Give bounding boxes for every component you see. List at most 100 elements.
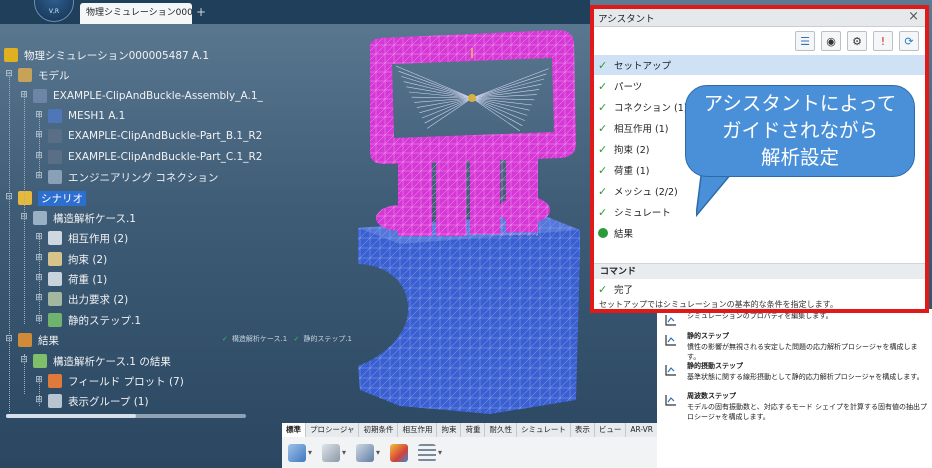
command-tab[interactable]: 標準 (282, 423, 306, 437)
command-tab[interactable]: プロシージャ (306, 423, 360, 437)
tree-node-load[interactable]: ⊞ 荷重 (1) (34, 269, 107, 289)
expand-toggle-icon[interactable]: ⊞ (34, 172, 44, 182)
part-icon (48, 129, 62, 143)
tree-node-eng[interactable]: ⊞ エンジニアリング コネクション (34, 167, 218, 187)
procedure-icon[interactable] (322, 443, 341, 462)
contact-ray (471, 73, 547, 99)
tree-node-root[interactable]: 物理シミュレーション000005487 A.1 (4, 45, 209, 65)
tree-guide-line (39, 112, 40, 172)
tree-node-mesh1[interactable]: ⊞ MESH1 A.1 (34, 106, 125, 126)
tree-node-model[interactable]: ⊟ モデル (4, 65, 70, 85)
contact-ray (471, 78, 545, 99)
field-plot-icon (48, 374, 62, 388)
output-request-icon (48, 292, 62, 306)
static-step-icon (48, 313, 62, 327)
contact-ray (471, 89, 540, 99)
assistant-step-label: 相互作用 (1) (614, 124, 669, 135)
assistant-step-label: 荷重 (1) (614, 166, 650, 177)
step-breadcrumb: ✓ 構造解析ケース.1 ✓ 静的ステップ.1 (222, 334, 356, 344)
tree-node-partc[interactable]: ⊞ EXAMPLE-ClipAndBuckle-Part_C.1_R2 (34, 147, 262, 167)
assistant-step-label: セットアップ (614, 61, 672, 72)
command-tab[interactable]: 拘束 (437, 423, 462, 437)
contact-ray (471, 97, 523, 127)
assistant-step-label: シミュレート (614, 208, 671, 219)
check-icon: ✓ (598, 205, 608, 219)
assistant-step[interactable]: ✓ シミュレート (594, 202, 925, 222)
command-tab[interactable]: AR-VR (626, 423, 658, 437)
assistant-step[interactable]: 結果 (594, 223, 925, 243)
command-tab[interactable]: 表示 (571, 423, 595, 437)
check-icon: ✓ (222, 335, 228, 343)
tree-node-inter[interactable]: ⊞ 相互作用 (2) (34, 228, 128, 248)
command-help-list: シミュレーションのプロパティを編集します。 静的ステップ 慣性の影響が無視される安定… (657, 309, 932, 468)
results-icon (18, 333, 32, 347)
tree-node-static[interactable]: ⊞ 静的ステップ.1 (34, 310, 141, 330)
tree-guide-line (24, 92, 25, 222)
help-item-description: 慣性の影響が無視される安定した問題の応力解析プロシージャを構成します。 (687, 343, 918, 361)
tree-node-label: 拘束 (2) (68, 253, 108, 266)
tree-node-field[interactable]: ⊞ フィールド プロット (7) (34, 371, 184, 391)
command-tab[interactable]: 耐久性 (485, 423, 517, 437)
table-view-icon[interactable] (418, 443, 437, 462)
command-tab[interactable]: シミュレート (517, 423, 571, 437)
model-icon (18, 68, 32, 82)
tree-node-scenario[interactable]: ⊟ シナリオ (4, 188, 86, 208)
assistant-title: アシスタント (598, 14, 655, 25)
alert-icon[interactable]: ! (873, 31, 893, 51)
tree-node-case[interactable]: ⊟ 構造解析ケース.1 (19, 208, 136, 228)
step-icon[interactable] (356, 443, 375, 462)
display-group-icon (48, 394, 62, 408)
command-tab[interactable]: 初期条件 (359, 423, 399, 437)
chevron-down-icon[interactable]: ▾ (342, 448, 346, 457)
simulate-icon[interactable] (390, 443, 409, 462)
assistant-step-label: パーツ (614, 82, 643, 93)
command-tab[interactable]: 荷重 (461, 423, 486, 437)
inspect-icon[interactable]: ⚙ (847, 31, 867, 51)
contact-ray (471, 97, 528, 116)
check-icon: ✓ (598, 142, 608, 156)
tree-node-caseres[interactable]: ⊟ 構造解析ケース.1 の結果 (19, 351, 171, 371)
tree-node-partb[interactable]: ⊞ EXAMPLE-ClipAndBuckle-Part_B.1_R2 (34, 126, 262, 146)
refresh-icon[interactable]: ⟳ (899, 31, 919, 51)
meshed-clip-buckle-model[interactable] (340, 18, 590, 428)
close-icon[interactable]: × (908, 9, 919, 24)
tree-node-label: EXAMPLE-ClipAndBuckle-Part_C.1_R2 (68, 151, 263, 163)
tree-node-output[interactable]: ⊞ 出力要求 (2) (34, 289, 128, 309)
eye-icon[interactable]: ◉ (821, 31, 841, 51)
frequency-step-icon (664, 393, 678, 407)
chevron-down-icon[interactable]: ▾ (308, 448, 312, 457)
tree-guide-line (39, 376, 40, 406)
assistant-toolbar: ☰ ◉ ⚙! ⟳ (795, 31, 919, 51)
tree-scrollbar-thumb[interactable] (6, 414, 136, 418)
tree-node-assembly[interactable]: ⊟ EXAMPLE-ClipAndBuckle-Assembly_A.1_ (19, 86, 263, 106)
connection-point[interactable] (468, 94, 476, 102)
base-block[interactable] (358, 214, 580, 414)
command-tab[interactable]: ビュー (595, 423, 627, 437)
document-tab[interactable]: 物理シミュレーション00000548 (80, 3, 192, 24)
check-icon: ✓ (598, 100, 608, 114)
assistant-step-label: 拘束 (2) (614, 145, 650, 156)
chevron-down-icon[interactable]: ▾ (376, 448, 380, 457)
command-tab[interactable]: 相互作用 (398, 423, 438, 437)
tree-node-rest[interactable]: ⊞ 拘束 (2) (34, 249, 107, 269)
help-item-title: 静的摂動ステップ (687, 362, 743, 370)
status-dot-icon (598, 228, 608, 238)
callout-line-2: ガイドされながら (721, 119, 878, 142)
undo-icon[interactable] (288, 443, 306, 462)
assistant-step-label: コネクション (1) (614, 103, 688, 114)
chevron-down-icon[interactable]: ▾ (438, 448, 442, 457)
assistant-step[interactable]: ✓ セットアップ (594, 55, 925, 75)
tree-node-display[interactable]: ⊞ 表示グループ (1) (34, 391, 149, 411)
tree-node-results[interactable]: ⊟ 結果 (4, 330, 59, 350)
list-view-icon[interactable]: ☰ (795, 31, 815, 51)
command-done-item[interactable]: ✓ 完了 (594, 279, 925, 299)
mesh-icon (48, 109, 62, 123)
static-step-icon (664, 333, 678, 347)
new-tab-button[interactable]: + (196, 5, 206, 19)
assistant-step[interactable]: ✓ メッシュ (2/2) (594, 181, 925, 201)
assistant-step-label: 結果 (614, 229, 634, 240)
contact-ray (471, 97, 525, 121)
properties-icon (664, 313, 678, 327)
breadcrumb-case[interactable]: 構造解析ケース.1 (232, 335, 287, 343)
tree-node-label: 荷重 (1) (68, 273, 108, 286)
